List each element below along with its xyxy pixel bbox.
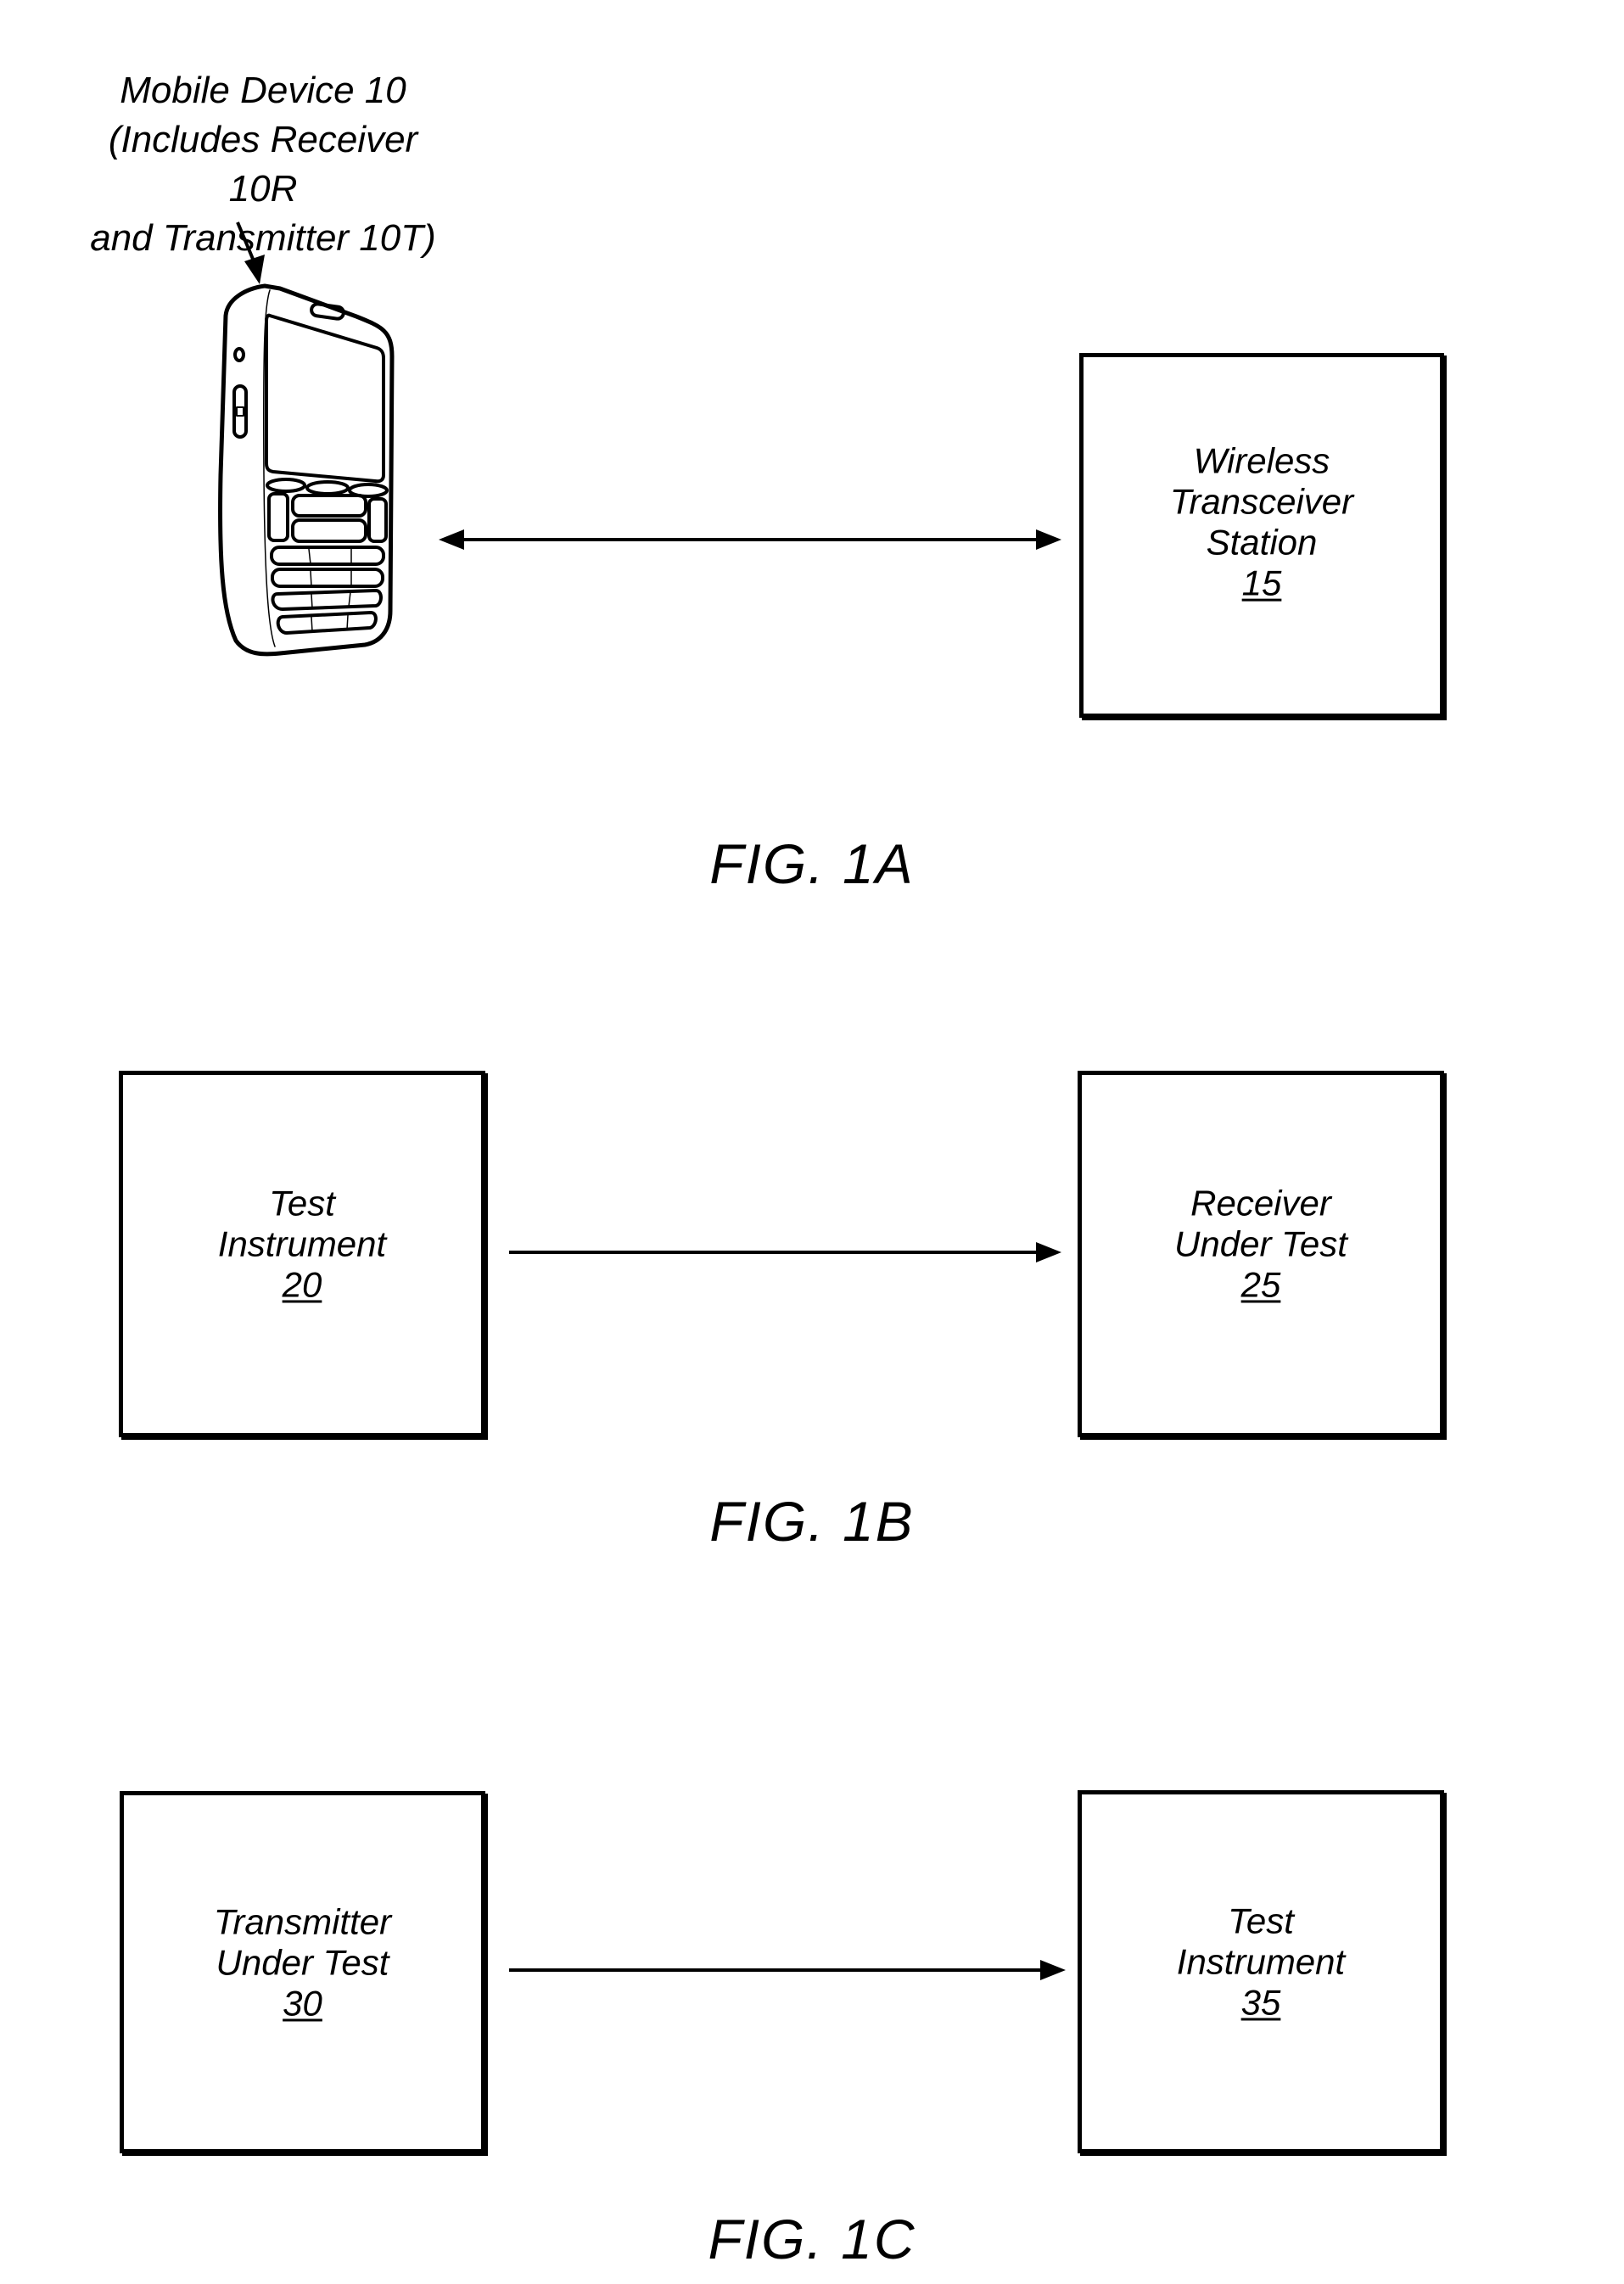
box-line: Transceiver (1169, 481, 1354, 522)
reference-numeral: 25 (1240, 1264, 1281, 1305)
box-line: Instrument (1176, 1941, 1346, 1982)
reference-numeral: 30 (283, 1982, 322, 2023)
arrow-1b (509, 1242, 1061, 1262)
keypad-rows (270, 546, 385, 635)
box-line: Under Test (1174, 1223, 1347, 1264)
box-line: Wireless (1193, 440, 1330, 481)
device-pointer-arrow (236, 221, 265, 284)
figure-label-1a: FIG. 1A (709, 832, 915, 895)
test-instrument-box-35: Test Instrument 35 (1078, 1790, 1444, 2153)
box-line: Under Test (216, 1941, 389, 1982)
reference-numeral: 35 (1240, 1982, 1281, 2023)
box-line: Receiver (1190, 1183, 1331, 1223)
figure-label-1c: FIG. 1C (708, 2208, 916, 2270)
test-instrument-box: Test Instrument 20 (119, 1071, 485, 1437)
arrow-1c (509, 1960, 1066, 1980)
box-line: Instrument (217, 1223, 387, 1264)
receiver-under-test-box: Receiver Under Test 25 (1078, 1071, 1444, 1437)
box-line: Station (1206, 522, 1318, 563)
box-line: Test (1228, 1901, 1294, 1941)
reference-numeral: 20 (282, 1264, 322, 1305)
bidirectional-arrow (439, 529, 1061, 550)
reference-numeral: 15 (1241, 563, 1282, 603)
figure-label-1b: FIG. 1B (709, 1490, 915, 1553)
mobile-phone-icon (218, 283, 395, 657)
wireless-transceiver-station-box: Wireless Transceiver Station 15 (1079, 353, 1444, 718)
transmitter-under-test-box: Transmitter Under Test 30 (120, 1791, 485, 2153)
box-line: Transmitter (213, 1901, 392, 1941)
box-line: Test (269, 1183, 335, 1223)
